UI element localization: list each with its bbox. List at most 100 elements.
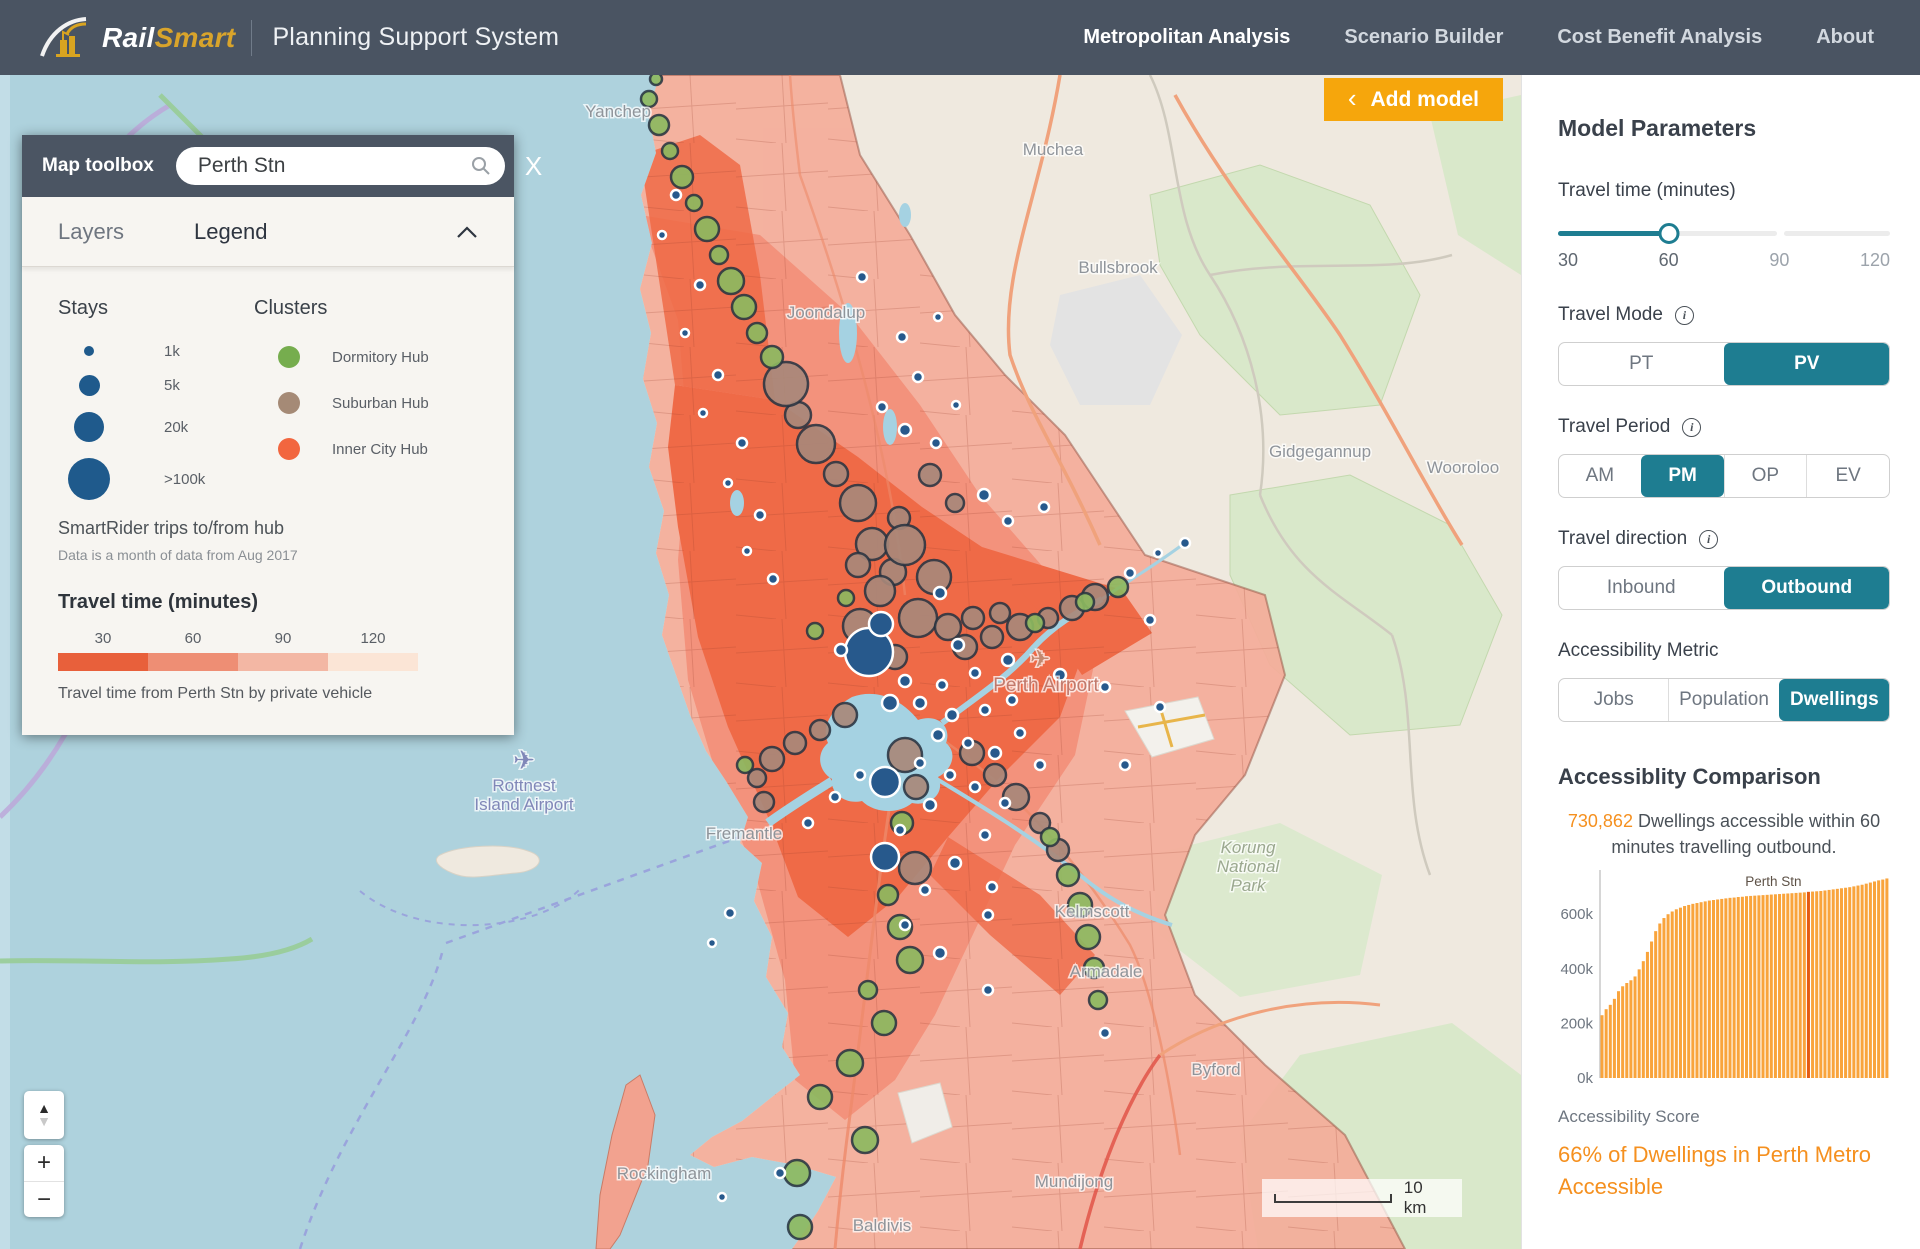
stay-marker[interactable] [871, 843, 899, 871]
stay-marker[interactable] [900, 920, 910, 930]
stay-marker[interactable] [1100, 682, 1110, 692]
suburban-hub-marker[interactable] [904, 775, 928, 799]
stay-marker[interactable] [743, 547, 751, 555]
info-icon[interactable]: i [1699, 530, 1718, 549]
stay-marker[interactable] [980, 705, 990, 715]
stay-marker[interactable] [1120, 760, 1130, 770]
stay-marker[interactable] [681, 329, 689, 337]
suburban-hub-marker[interactable] [810, 720, 830, 740]
zoom-out-button[interactable]: − [24, 1181, 64, 1217]
slider-thumb[interactable] [1658, 223, 1679, 244]
stay-marker[interactable] [963, 738, 973, 748]
stay-marker[interactable] [755, 510, 765, 520]
stay-marker[interactable] [737, 438, 747, 448]
nav-item-about[interactable]: About [1816, 26, 1874, 49]
dormitory-hub-marker[interactable] [897, 947, 923, 973]
toggle-option-pv[interactable]: PV [1724, 343, 1890, 385]
dormitory-hub-marker[interactable] [650, 75, 662, 85]
stay-marker[interactable] [699, 409, 707, 417]
search-box[interactable] [176, 147, 505, 185]
toggle-option-pt[interactable]: PT [1559, 343, 1724, 385]
suburban-hub-marker[interactable] [824, 462, 848, 486]
nav-item-cost-benefit-analysis[interactable]: Cost Benefit Analysis [1557, 26, 1762, 49]
stay-marker[interactable] [934, 947, 946, 959]
map-canvas[interactable]: YanchepMucheaBullsbrookGidgegannupWoorol… [0, 75, 1521, 1249]
stay-marker[interactable] [987, 882, 997, 892]
dormitory-hub-marker[interactable] [807, 623, 823, 639]
extent-control[interactable]: ▲ ▼ [24, 1091, 64, 1139]
info-icon[interactable]: i [1675, 306, 1694, 325]
suburban-hub-marker[interactable] [919, 464, 941, 486]
search-input[interactable] [196, 153, 471, 179]
stay-marker[interactable] [1002, 654, 1014, 666]
stay-marker[interactable] [718, 1193, 726, 1201]
suburban-hub-marker[interactable] [984, 764, 1006, 786]
stay-marker[interactable] [768, 574, 778, 584]
stay-marker[interactable] [934, 313, 942, 321]
stay-marker[interactable] [1125, 568, 1135, 578]
stay-marker[interactable] [978, 489, 990, 501]
toggle-option-op[interactable]: OP [1724, 455, 1807, 497]
toggle-option-ev[interactable]: EV [1806, 455, 1889, 497]
dormitory-hub-marker[interactable] [732, 295, 756, 319]
stay-marker[interactable] [920, 885, 930, 895]
stay-marker[interactable] [983, 910, 993, 920]
stay-marker[interactable] [1035, 760, 1045, 770]
stay-marker[interactable] [830, 792, 840, 802]
stay-marker[interactable] [869, 612, 893, 636]
suburban-hub-marker[interactable] [981, 626, 1003, 648]
toggle-option-pm[interactable]: PM [1641, 455, 1724, 497]
stay-marker[interactable] [970, 668, 980, 678]
dormitory-hub-marker[interactable] [837, 1050, 863, 1076]
stay-marker[interactable] [870, 767, 900, 797]
stay-marker[interactable] [899, 675, 911, 687]
suburban-hub-marker[interactable] [797, 425, 835, 463]
toggle-option-jobs[interactable]: Jobs [1559, 679, 1668, 721]
suburban-hub-marker[interactable] [846, 553, 870, 577]
suburban-hub-marker[interactable] [935, 614, 961, 640]
toggle-option-population[interactable]: Population [1668, 679, 1778, 721]
stay-marker[interactable] [708, 939, 716, 947]
stay-marker[interactable] [671, 190, 681, 200]
stay-marker[interactable] [695, 280, 705, 290]
stay-marker[interactable] [932, 729, 944, 741]
stay-marker[interactable] [946, 709, 958, 721]
suburban-hub-marker[interactable] [946, 494, 964, 512]
dormitory-hub-marker[interactable] [747, 323, 767, 343]
stay-marker[interactable] [913, 372, 923, 382]
dormitory-hub-marker[interactable] [852, 1127, 878, 1153]
toggle-option-outbound[interactable]: Outbound [1724, 567, 1890, 609]
dormitory-hub-marker[interactable] [859, 981, 877, 999]
dormitory-hub-marker[interactable] [1026, 614, 1044, 632]
stay-marker[interactable] [803, 818, 813, 828]
dormitory-hub-marker[interactable] [761, 346, 783, 368]
stay-marker[interactable] [1180, 538, 1190, 548]
zoom-in-button[interactable]: + [24, 1145, 64, 1181]
stay-marker[interactable] [924, 799, 936, 811]
stay-marker[interactable] [1155, 702, 1165, 712]
stay-marker[interactable] [899, 424, 911, 436]
suburban-hub-marker[interactable] [833, 703, 857, 727]
dormitory-hub-marker[interactable] [1041, 828, 1059, 846]
dormitory-hub-marker[interactable] [662, 143, 678, 159]
dormitory-hub-marker[interactable] [784, 1160, 810, 1186]
stay-marker[interactable] [915, 758, 925, 768]
dormitory-hub-marker[interactable] [788, 1215, 812, 1239]
suburban-hub-marker[interactable] [990, 603, 1010, 623]
stay-marker[interactable] [983, 985, 993, 995]
suburban-hub-marker[interactable] [962, 607, 984, 629]
suburban-hub-marker[interactable] [885, 525, 925, 565]
dormitory-hub-marker[interactable] [1076, 925, 1100, 949]
stay-marker[interactable] [835, 644, 847, 656]
stay-marker[interactable] [970, 782, 980, 792]
tab-layers[interactable]: Layers [58, 219, 124, 245]
dormitory-hub-marker[interactable] [1089, 991, 1107, 1009]
stay-marker[interactable] [937, 680, 947, 690]
stay-marker[interactable] [658, 231, 666, 239]
toggle-option-inbound[interactable]: Inbound [1559, 567, 1724, 609]
suburban-hub-marker[interactable] [899, 599, 937, 637]
stay-marker[interactable] [952, 639, 964, 651]
stay-marker[interactable] [877, 402, 887, 412]
search-icon[interactable] [471, 156, 491, 176]
dormitory-hub-marker[interactable] [1057, 864, 1079, 886]
